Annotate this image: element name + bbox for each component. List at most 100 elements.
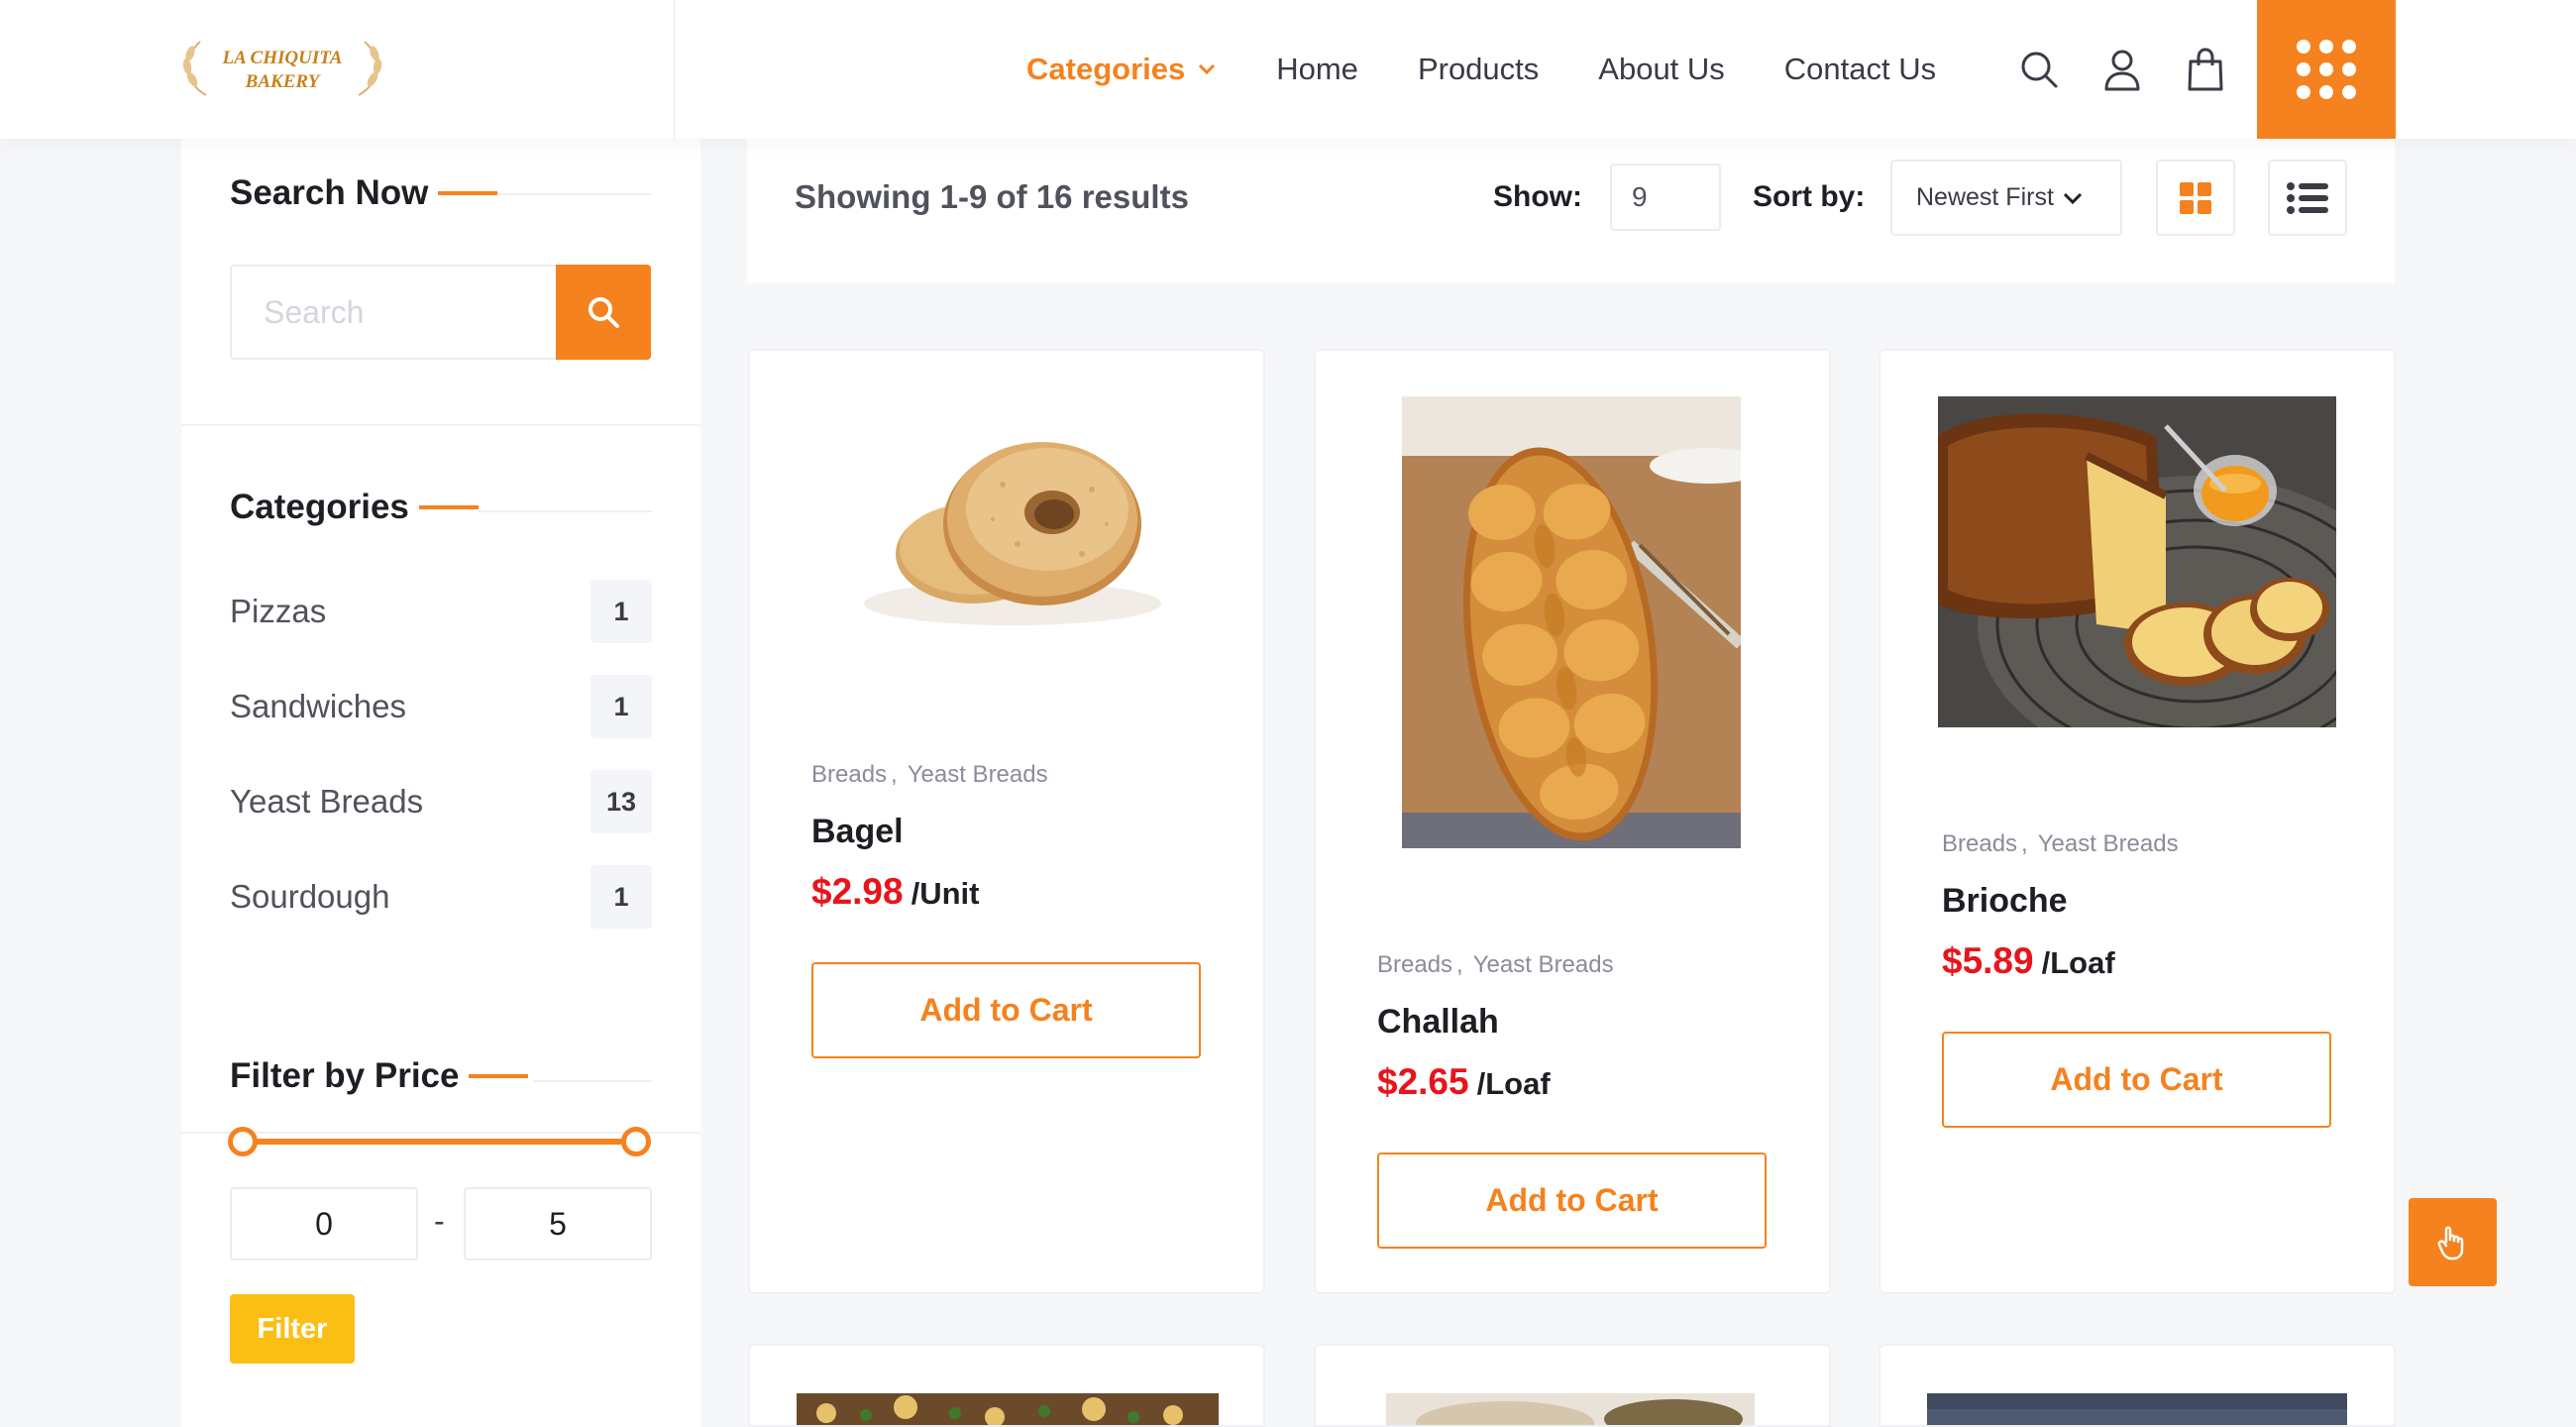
show-label: Show:	[1493, 180, 1582, 213]
sort-select[interactable]: Newest First	[1890, 160, 2122, 236]
product-category-link[interactable]: Breads	[1942, 830, 2017, 857]
category-item[interactable]: Sandwiches 1	[230, 675, 652, 738]
per-page-input[interactable]	[1610, 164, 1721, 231]
add-to-cart-button[interactable]: Add to Cart	[811, 962, 1201, 1058]
product-categories: Breads, Yeast Breads	[811, 761, 1048, 788]
sort-value: Newest First	[1916, 183, 2054, 211]
product-image[interactable]	[844, 405, 1171, 643]
price-range-slider[interactable]	[228, 1124, 652, 1157]
add-to-cart-button[interactable]: Add to Cart	[1942, 1032, 2331, 1128]
product-image[interactable]	[1402, 396, 1741, 848]
search-section-title: Search Now	[230, 173, 498, 213]
slider-track	[238, 1139, 640, 1145]
search-button[interactable]	[556, 265, 651, 360]
category-count: 1	[590, 865, 652, 929]
product-categories: Breads, Yeast Breads	[1377, 951, 1614, 978]
results-toolbar: Showing 1-9 of 16 results Show: Sort by:…	[747, 139, 2395, 283]
header-icons	[2017, 0, 2267, 139]
product-image[interactable]	[1386, 1393, 1755, 1427]
add-to-cart-button[interactable]: Add to Cart	[1377, 1153, 1767, 1249]
product-card	[748, 1344, 1265, 1427]
title-accent-dash	[418, 505, 479, 509]
product-image[interactable]	[797, 1393, 1219, 1427]
product-card: Breads, Yeast Breads Brioche $5.89/Loaf A…	[1878, 349, 2396, 1294]
price-max-input[interactable]	[464, 1187, 652, 1261]
category-item[interactable]: Pizzas 1	[230, 580, 652, 643]
product-price: $5.89/Loaf	[1942, 940, 2115, 982]
search-section: Search Now	[181, 139, 700, 426]
price-min-input[interactable]	[230, 1187, 418, 1261]
category-count: 13	[590, 770, 652, 833]
user-icon[interactable]	[2100, 48, 2144, 91]
slider-max-handle[interactable]	[621, 1127, 651, 1156]
price-amount: $2.98	[811, 871, 904, 912]
site-header: LA CHIQUITA BAKERY Categories Home Produ…	[0, 0, 2576, 139]
category-count: 1	[590, 675, 652, 738]
logo-line1: LA CHIQUITA	[222, 48, 343, 68]
category-name: Yeast Breads	[230, 783, 424, 820]
list-view-button[interactable]	[2268, 160, 2347, 236]
price-filter-title: Filter by Price	[230, 1056, 529, 1096]
slider-min-handle[interactable]	[228, 1127, 258, 1156]
chevron-down-icon	[2062, 191, 2084, 205]
product-name[interactable]: Challah	[1377, 1003, 1499, 1042]
sort-label: Sort by:	[1753, 180, 1866, 213]
grid-dots-icon	[2297, 40, 2356, 99]
nav-contact[interactable]: Contact Us	[1784, 52, 1936, 87]
product-category-link[interactable]: Yeast Breads	[1473, 951, 1614, 978]
title-divider	[479, 510, 652, 512]
title-divider	[533, 1080, 652, 1082]
search-box	[230, 265, 651, 360]
product-card: Breads, Yeast Breads Bagel $2.98/Unit Add…	[748, 349, 1265, 1294]
price-unit: /Loaf	[2041, 945, 2115, 980]
product-price: $2.98/Unit	[811, 871, 979, 913]
category-name: Pizzas	[230, 593, 327, 629]
product-image[interactable]	[1927, 1393, 2347, 1427]
title-divider	[498, 193, 652, 195]
shopping-bag-icon[interactable]	[2184, 48, 2227, 91]
title-accent-dash	[438, 191, 498, 195]
filter-button[interactable]: Filter	[230, 1294, 355, 1364]
logo-area: LA CHIQUITA BAKERY	[0, 0, 675, 139]
product-price: $2.65/Loaf	[1377, 1061, 1551, 1103]
product-category-link[interactable]: Yeast Breads	[908, 761, 1048, 788]
main-nav: Categories Home Products About Us Contac…	[1026, 0, 1995, 139]
product-category-link[interactable]: Breads	[811, 761, 887, 788]
search-input[interactable]	[232, 267, 560, 358]
product-card	[1878, 1344, 2396, 1427]
list-view-icon	[2287, 181, 2328, 214]
title-accent-dash	[469, 1074, 529, 1078]
chevron-down-icon	[1197, 62, 1217, 76]
product-image[interactable]	[1938, 396, 2336, 727]
price-unit: /Loaf	[1476, 1066, 1551, 1101]
grid-view-button[interactable]	[2156, 160, 2235, 236]
logo-line2: BAKERY	[245, 71, 322, 92]
categories-title-text: Categories	[230, 488, 409, 526]
price-unit: /Unit	[911, 876, 980, 911]
price-amount: $2.65	[1377, 1061, 1469, 1102]
category-item[interactable]: Yeast Breads 13	[230, 770, 652, 833]
category-count: 1	[590, 580, 652, 643]
product-category-link[interactable]: Breads	[1377, 951, 1452, 978]
product-categories: Breads, Yeast Breads	[1942, 830, 2179, 857]
product-category-link[interactable]: Yeast Breads	[2038, 830, 2179, 857]
menu-button[interactable]	[2257, 0, 2396, 139]
floating-action-button[interactable]	[2409, 1198, 2497, 1286]
product-card	[1314, 1344, 1831, 1427]
nav-about[interactable]: About Us	[1598, 52, 1725, 87]
product-name[interactable]: Brioche	[1942, 882, 2068, 921]
search-icon	[589, 297, 619, 328]
search-icon[interactable]	[2017, 48, 2061, 91]
category-item[interactable]: Sourdough 1	[230, 865, 652, 929]
category-name: Sandwiches	[230, 688, 406, 724]
product-name[interactable]: Bagel	[811, 813, 904, 851]
nav-home[interactable]: Home	[1276, 52, 1358, 87]
search-title-text: Search Now	[230, 173, 429, 212]
product-card: Breads, Yeast Breads Challah $2.65/Loaf A…	[1314, 349, 1831, 1294]
bakery-logo[interactable]: LA CHIQUITA BAKERY	[178, 36, 386, 101]
categories-section-title: Categories	[230, 488, 479, 527]
nav-products[interactable]: Products	[1418, 52, 1539, 87]
price-amount: $5.89	[1942, 940, 2034, 981]
nav-categories[interactable]: Categories	[1026, 52, 1217, 87]
results-count: Showing 1-9 of 16 results	[795, 178, 1189, 215]
